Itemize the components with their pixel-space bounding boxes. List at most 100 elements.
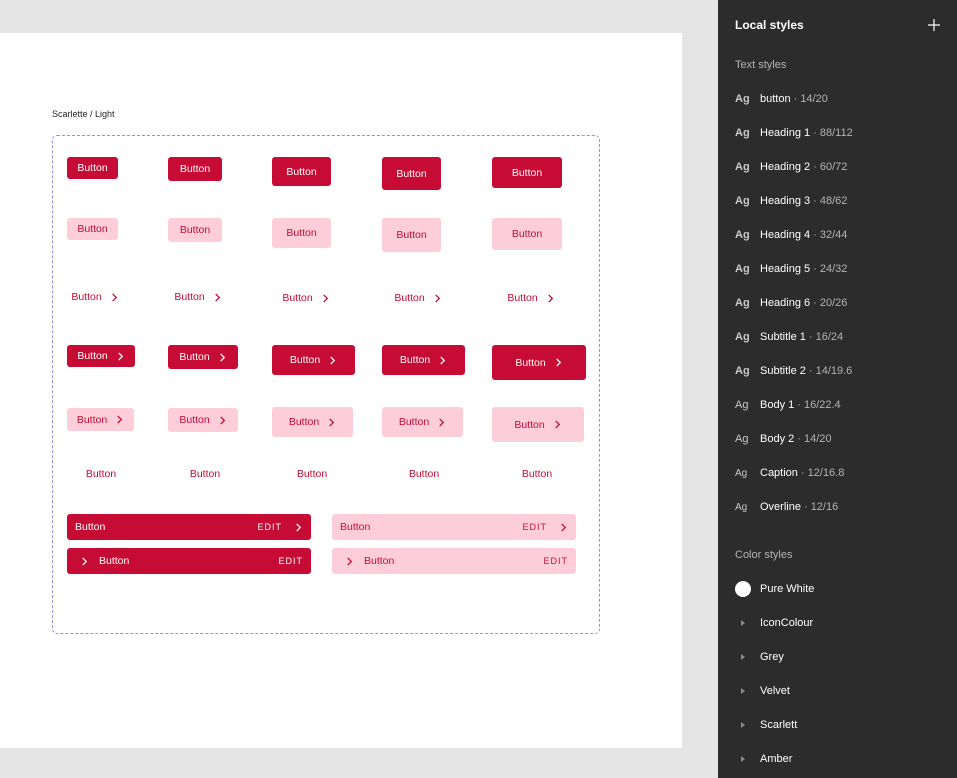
text-style-spec: · 48/62	[813, 195, 848, 207]
list-button-tonal-leading[interactable]: Button EDIT	[332, 548, 576, 574]
text-style-item[interactable]: Ag Heading 3 · 48/62	[735, 191, 847, 211]
button-label: Button	[179, 351, 210, 363]
button-tonal-chevron-m[interactable]: Button	[272, 407, 353, 437]
text-style-item[interactable]: Ag Subtitle 1 · 16/24	[735, 327, 843, 347]
button-tonal-chevron-s[interactable]: Button	[168, 408, 238, 432]
button-label: Button	[364, 555, 395, 567]
button-filled-xs[interactable]: Button	[67, 157, 118, 179]
text-style-name: Heading 4	[760, 229, 811, 241]
caret-right-icon[interactable]	[735, 722, 751, 728]
button-tonal-chevron-xl[interactable]: Button	[492, 407, 584, 442]
text-style-item[interactable]: Ag Heading 2 · 60/72	[735, 157, 847, 177]
edit-label: EDIT	[543, 556, 568, 566]
chevron-right-icon	[559, 522, 568, 532]
button-tonal-chevron-xs[interactable]: Button	[67, 408, 134, 431]
button-label: Button	[340, 521, 371, 533]
button-filled-l[interactable]: Button	[382, 157, 441, 190]
color-style-group[interactable]: IconColour	[735, 613, 813, 633]
list-button-filled-trailing[interactable]: Button EDIT	[67, 514, 311, 540]
button-label: Button	[507, 292, 538, 304]
button-text-chevron-xl[interactable]: Button	[502, 289, 560, 307]
text-style-name: Subtitle 1	[760, 331, 806, 343]
button-filled-chevron-xs[interactable]: Button	[67, 345, 135, 367]
text-style-item[interactable]: Ag Subtitle 2 · 14/19.6	[735, 361, 852, 381]
button-text-chevron-m[interactable]: Button	[277, 289, 335, 307]
button-filled-m[interactable]: Button	[272, 157, 331, 186]
button-text-xl[interactable]: Button	[512, 466, 562, 482]
text-style-item[interactable]: Ag Body 1 · 16/22.4	[735, 395, 841, 415]
caret-right-icon[interactable]	[735, 620, 751, 626]
add-style-button[interactable]	[926, 17, 942, 33]
list-button-filled-leading[interactable]: Button EDIT	[67, 548, 311, 574]
button-text-l[interactable]: Button	[399, 466, 449, 482]
button-tonal-m[interactable]: Button	[272, 218, 331, 248]
color-style-name: IconColour	[760, 617, 814, 629]
text-style-item[interactable]: Ag Caption · 12/16.8	[735, 463, 844, 483]
button-text-chevron-s[interactable]: Button	[170, 288, 226, 306]
caret-right-icon[interactable]	[735, 756, 751, 762]
text-style-item[interactable]: Ag button · 14/20	[735, 89, 828, 109]
button-label: Button	[289, 354, 321, 366]
button-text-chevron-xs[interactable]: Button	[67, 288, 123, 306]
text-style-item[interactable]: Ag Body 2 · 14/20	[735, 429, 832, 449]
button-label: Button	[296, 468, 328, 480]
button-filled-chevron-m[interactable]: Button	[272, 345, 355, 375]
text-style-spec: · 88/112	[813, 127, 853, 139]
chevron-right-icon	[327, 417, 336, 427]
chevron-right-icon	[328, 355, 337, 365]
color-swatch	[735, 581, 751, 597]
text-style-item[interactable]: Ag Heading 5 · 24/32	[735, 259, 847, 279]
text-style-sample: Ag	[735, 161, 750, 173]
button-tonal-xl[interactable]: Button	[492, 218, 562, 250]
chevron-right-icon	[116, 351, 125, 361]
button-filled-chevron-l[interactable]: Button	[382, 345, 465, 375]
button-tonal-l[interactable]: Button	[382, 218, 441, 252]
color-style-group[interactable]: Amber	[735, 749, 792, 769]
chevron-right-icon	[294, 522, 303, 532]
button-tonal-xs[interactable]: Button	[67, 218, 118, 240]
text-style-item[interactable]: Ag Heading 1 · 88/112	[735, 123, 853, 143]
color-style-group[interactable]: Scarlett	[735, 715, 797, 735]
button-label: Button	[398, 416, 430, 428]
button-filled-xl[interactable]: Button	[492, 157, 562, 188]
text-style-spec: · 24/32	[813, 263, 848, 275]
button-text-chevron-l[interactable]: Button	[389, 289, 447, 307]
text-style-spec: · 60/72	[813, 161, 848, 173]
color-style-name: Grey	[760, 651, 784, 663]
text-style-item[interactable]: Ag Heading 4 · 32/44	[735, 225, 847, 245]
design-canvas[interactable]: Scarlette / Light Button Button Button B…	[0, 0, 718, 778]
button-label: Button	[511, 166, 543, 179]
button-label: Button	[75, 521, 106, 533]
button-filled-s[interactable]: Button	[168, 157, 222, 181]
chevron-right-icon	[110, 292, 119, 302]
button-filled-chevron-s[interactable]: Button	[168, 345, 238, 369]
button-text-xs[interactable]: Button	[76, 466, 126, 482]
text-style-sample: Ag	[735, 127, 750, 139]
text-style-sample: Ag	[735, 501, 748, 513]
button-label: Button	[408, 468, 440, 480]
color-style-item[interactable]: Pure White	[735, 579, 814, 599]
caret-right-icon[interactable]	[735, 688, 751, 694]
button-filled-chevron-xl[interactable]: Button	[492, 345, 586, 380]
list-button-tonal-trailing[interactable]: Button EDIT	[332, 514, 576, 540]
button-tonal-chevron-l[interactable]: Button	[382, 407, 463, 437]
button-label: Button	[76, 413, 108, 426]
button-text-m[interactable]: Button	[287, 466, 337, 482]
color-style-group[interactable]: Velvet	[735, 681, 790, 701]
text-style-spec: · 16/22.4	[797, 399, 841, 411]
color-style-group[interactable]: Grey	[735, 647, 784, 667]
color-style-name: Amber	[760, 753, 793, 765]
frame-label[interactable]: Scarlette / Light	[52, 109, 115, 119]
caret-right-icon[interactable]	[735, 654, 751, 660]
button-tonal-s[interactable]: Button	[168, 218, 222, 242]
text-style-item[interactable]: Ag Overline · 12/16	[735, 497, 838, 517]
text-style-sample: Ag	[735, 263, 750, 275]
button-label: Button	[174, 291, 205, 303]
panel-title: Local styles	[735, 18, 804, 32]
text-style-item[interactable]: Ag Heading 6 · 20/26	[735, 293, 847, 313]
button-label: Button	[514, 418, 545, 431]
button-label: Button	[77, 162, 108, 174]
button-text-s[interactable]: Button	[180, 466, 230, 482]
text-style-spec: · 12/16	[803, 501, 839, 513]
button-label: Button	[85, 468, 117, 480]
